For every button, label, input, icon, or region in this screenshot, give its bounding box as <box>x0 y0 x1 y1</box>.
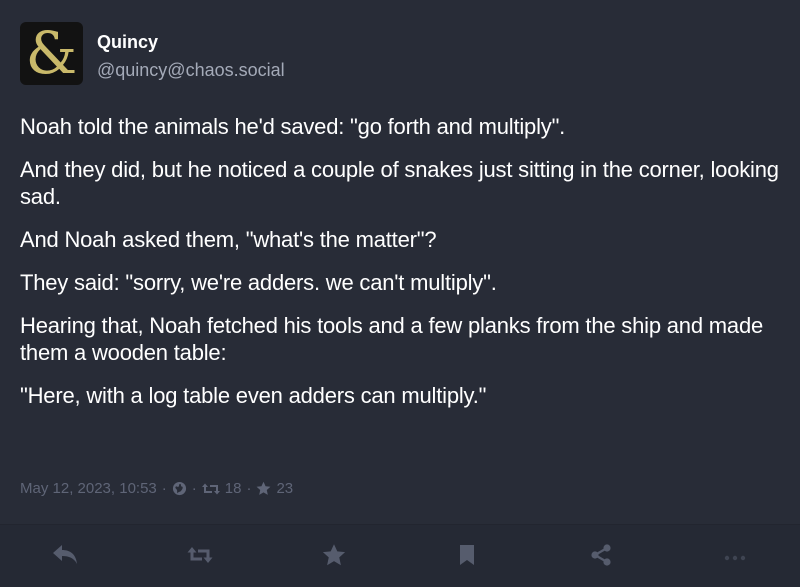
meta-separator: · <box>191 480 197 497</box>
avatar-ampersand: & <box>25 22 78 85</box>
avatar[interactable]: & <box>20 22 83 85</box>
display-name[interactable]: Quincy <box>97 31 285 53</box>
status-paragraph: And they did, but he noticed a couple of… <box>20 157 779 209</box>
status-paragraph: "Here, with a log table even adders can … <box>20 383 487 408</box>
status-action-bar <box>0 525 800 587</box>
boost-count: 18 <box>224 480 242 497</box>
bookmark-icon <box>458 544 476 571</box>
status-timestamp[interactable]: May 12, 2023, 10:53 <box>20 480 157 497</box>
meta-separator: · <box>161 480 167 497</box>
status-meta: May 12, 2023, 10:53 · · 18 · 23 <box>20 480 293 497</box>
meta-separator: · <box>246 480 252 497</box>
status-paragraph: They said: "sorry, we're adders. we can'… <box>20 270 497 295</box>
status-card: & Quincy @quincy@chaos.social Noah told … <box>0 0 800 587</box>
status-paragraph: And Noah asked them, "what's the matter"… <box>20 227 437 252</box>
account-handle[interactable]: @quincy@chaos.social <box>97 59 285 81</box>
status-paragraph: Noah told the animals he'd saved: "go fo… <box>20 114 566 139</box>
favourite-button[interactable] <box>320 543 348 571</box>
reply-icon <box>52 544 78 571</box>
status-content: Noah told the animals he'd saved: "go fo… <box>20 113 788 425</box>
more-button[interactable] <box>721 543 749 571</box>
share-icon <box>590 543 612 571</box>
star-icon <box>256 481 271 496</box>
boost-button[interactable] <box>186 543 214 571</box>
favourite-count: 23 <box>276 480 294 497</box>
boost-icon <box>201 482 220 496</box>
status-header: & Quincy @quincy@chaos.social <box>20 22 285 85</box>
star-icon <box>322 543 346 572</box>
globe-icon <box>172 481 187 496</box>
boost-icon <box>187 546 213 569</box>
author-names: Quincy @quincy@chaos.social <box>97 31 285 81</box>
reply-button[interactable] <box>51 543 79 571</box>
bookmark-button[interactable] <box>453 543 481 571</box>
status-paragraph: Hearing that, Noah fetched his tools and… <box>20 313 764 365</box>
ellipsis-icon <box>724 548 746 566</box>
share-button[interactable] <box>587 543 615 571</box>
